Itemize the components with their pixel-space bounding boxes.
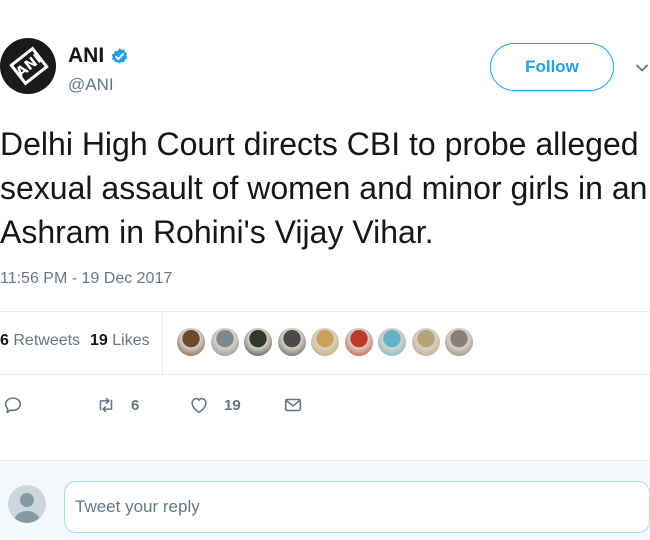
heart-icon <box>191 397 207 414</box>
retweets-label: Retweets <box>13 332 81 349</box>
reply-composer <box>0 460 650 540</box>
author-display-name[interactable]: ANI <box>68 44 104 68</box>
tweet-stats: 6 Retweets 19 Likes <box>0 312 650 374</box>
tweet-actions: 6 19 <box>0 390 650 424</box>
reply-icon <box>4 397 22 414</box>
author-handle[interactable]: @ANI <box>68 75 114 95</box>
direct-message-button[interactable] <box>282 394 304 416</box>
ani-logo-icon: ANI <box>9 46 49 86</box>
author-name-row: ANI <box>68 44 129 68</box>
likes-stat[interactable]: 19 Likes <box>90 332 150 350</box>
author-avatar[interactable]: ANI <box>0 38 56 94</box>
liker-avatar[interactable] <box>343 327 374 357</box>
chevron-down-icon[interactable] <box>634 60 650 76</box>
verified-badge-icon <box>111 47 128 64</box>
retweets-count: 6 <box>0 332 9 349</box>
default-avatar-icon <box>13 493 41 523</box>
like-button[interactable]: 19 <box>188 394 241 416</box>
envelope-icon <box>284 398 302 412</box>
reply-input[interactable] <box>64 481 650 533</box>
liker-avatar[interactable] <box>377 327 407 357</box>
retweet-icon <box>99 397 113 413</box>
liker-avatar[interactable] <box>243 327 273 357</box>
liker-avatar[interactable] <box>410 327 441 357</box>
liker-avatar[interactable] <box>276 327 307 357</box>
avatar-logo-text: ANI <box>13 51 45 81</box>
retweet-button[interactable]: 6 <box>95 394 139 416</box>
liker-avatars <box>176 327 478 357</box>
tweet-header: ANI ANI @ANI Follow <box>0 0 650 110</box>
current-user-avatar <box>8 485 46 523</box>
reply-button[interactable] <box>2 394 24 416</box>
stats-separator <box>162 312 163 374</box>
liker-avatar[interactable] <box>176 327 206 357</box>
liker-avatar[interactable] <box>209 327 240 357</box>
divider <box>0 374 650 375</box>
liker-avatar[interactable] <box>310 327 340 357</box>
liker-avatar[interactable] <box>444 327 474 357</box>
tweet-timestamp[interactable]: 11:56 PM - 19 Dec 2017 <box>0 270 172 288</box>
tweet-text-line: sexual assault of women and minor girls … <box>0 170 648 206</box>
likes-count: 19 <box>90 332 108 349</box>
retweet-count: 6 <box>131 396 140 414</box>
retweets-stat[interactable]: 6 Retweets <box>0 332 80 350</box>
likes-label: Likes <box>112 332 150 349</box>
like-count: 19 <box>224 396 241 414</box>
tweet-text-line: Delhi High Court directs CBI to probe al… <box>0 126 639 162</box>
tweet-text: Delhi High Court directs CBI to probe al… <box>0 122 650 254</box>
tweet-text-line: Ashram in Rohini's Vijay Vihar. <box>0 214 434 250</box>
follow-button[interactable]: Follow <box>490 43 614 91</box>
